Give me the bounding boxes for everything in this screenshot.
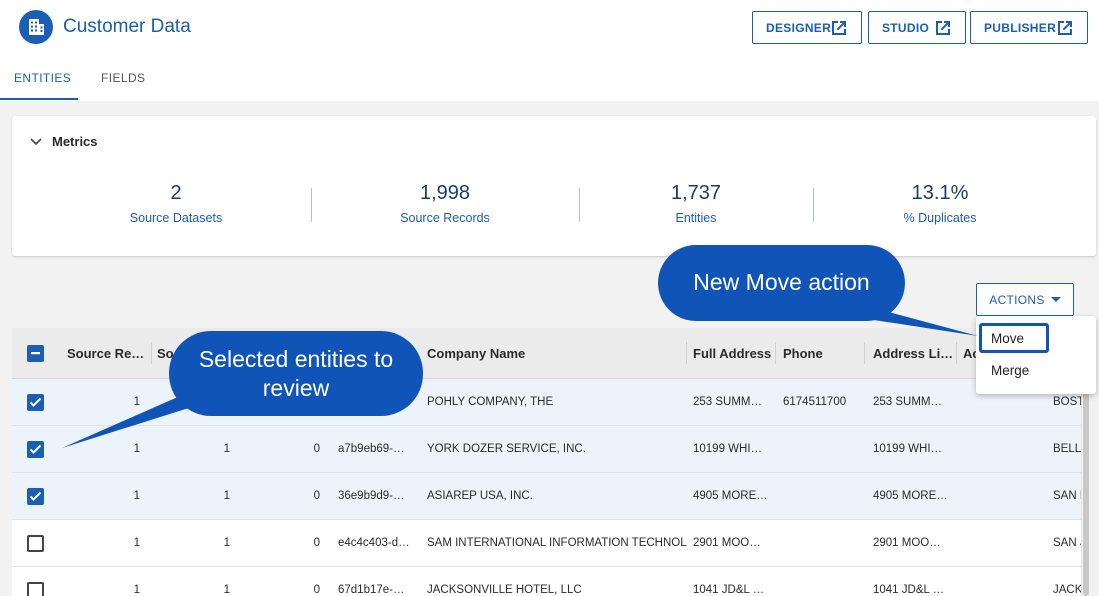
chevron-down-icon — [30, 137, 42, 145]
cell-id: 36e9b9d9-… — [338, 490, 405, 502]
column-header[interactable]: Phone — [783, 346, 853, 361]
cell-address-line: 2901 MOO… — [873, 537, 941, 549]
cell: 1 — [223, 584, 230, 596]
cell: 0 — [313, 584, 320, 596]
metric-label: Source Records — [400, 211, 490, 225]
table-row[interactable]: 1 1 0 e4c4c403-d… SAM INTERNATIONAL INFO… — [12, 520, 1084, 567]
selected-callout-line: review — [262, 375, 330, 401]
open-external-icon — [1058, 21, 1072, 35]
cell-company: YORK DOZER SERVICE, INC. — [427, 443, 586, 455]
menu-item-merge[interactable]: Merge — [991, 363, 1029, 378]
cell-address-line: 253 SUMM… — [873, 396, 943, 408]
table-row[interactable]: 1 1 0 67d1b17e-… JACKSONVILLE HOTEL, LLC… — [12, 567, 1084, 596]
selected-callout-line: Selected entities to — [198, 346, 394, 372]
check-icon — [29, 444, 42, 454]
active-tab-indicator — [0, 98, 78, 100]
app-header: Customer Data DESIGNER STUDIO PUBLISHER … — [0, 0, 1099, 101]
designer-button[interactable]: DESIGNER — [752, 11, 862, 44]
tab-entities[interactable]: ENTITIES — [14, 71, 71, 85]
row-checkbox[interactable] — [27, 394, 44, 411]
select-all-checkbox[interactable] — [27, 345, 44, 362]
cell-city: BELL — [1053, 443, 1081, 455]
column-header[interactable]: Address Li… — [873, 346, 958, 361]
row-checkbox[interactable] — [27, 582, 44, 596]
table-row[interactable]: 1 1 0 36e9b9d9-… ASIAREP USA, INC. 4905 … — [12, 473, 1084, 520]
move-callout-text: New Move action — [693, 269, 870, 295]
studio-label: STUDIO — [882, 20, 930, 35]
cell: 0 — [313, 537, 320, 549]
cell-company: JACKSONVILLE HOTEL, LLC — [427, 584, 582, 596]
metric-value: 2 — [170, 182, 182, 204]
cell-company: ASIAREP USA, INC. — [427, 490, 533, 502]
metric-source-records: 1,998 Source Records — [385, 182, 505, 225]
row-checkbox[interactable] — [27, 535, 44, 552]
metric-entities: 1,737 Entities — [636, 182, 756, 225]
check-icon — [29, 491, 42, 501]
cell-city: JACK — [1053, 584, 1081, 596]
studio-button[interactable]: STUDIO — [868, 11, 966, 44]
column-separator — [775, 342, 776, 364]
cell-id: e4c4c403-d… — [338, 537, 410, 549]
page-title: Customer Data — [63, 16, 191, 37]
selected-callout-text: Selected entities to review — [169, 345, 423, 403]
cell-address-line: 1041 JD&L … — [873, 584, 945, 596]
cell: 1 — [223, 490, 230, 502]
cell-address: 2901 MOO… — [693, 537, 761, 549]
cell: 0 — [313, 490, 320, 502]
cell-address: 253 SUMM… — [693, 396, 763, 408]
column-separator — [686, 342, 687, 364]
open-external-icon — [936, 21, 950, 35]
cell: 1 — [223, 537, 230, 549]
cell-address: 1041 JD&L … — [693, 584, 765, 596]
caret-down-icon — [1050, 297, 1061, 302]
metric-divider — [813, 188, 814, 222]
cell-company: POHLY COMPANY, THE — [427, 396, 554, 408]
metric-value: 1,737 — [670, 182, 722, 204]
actions-menu: Move Merge — [976, 316, 1096, 394]
column-header[interactable]: Full Address — [693, 346, 773, 361]
cell-address: 4905 MORE… — [693, 490, 768, 502]
metric-value: 13.1% — [911, 182, 969, 204]
actions-button[interactable]: ACTIONS — [976, 283, 1074, 316]
column-separator — [956, 342, 957, 364]
publisher-label: PUBLISHER — [984, 20, 1057, 35]
cell-address-line: 10199 WHI… — [873, 443, 943, 455]
metric-label: Source Datasets — [129, 211, 223, 225]
metric-duplicates: 13.1% % Duplicates — [880, 182, 1000, 225]
column-separator — [864, 342, 865, 364]
metric-label: % Duplicates — [903, 211, 977, 225]
designer-label: DESIGNER — [766, 20, 832, 35]
open-external-icon — [832, 21, 846, 35]
tab-fields[interactable]: FIELDS — [101, 71, 145, 85]
check-icon — [29, 397, 42, 407]
building-icon — [19, 10, 53, 44]
metric-source-datasets: 2 Source Datasets — [116, 182, 236, 225]
cell: 1 — [133, 537, 140, 549]
metrics-toggle[interactable]: Metrics — [30, 134, 98, 149]
cell-id: 67d1b17e-… — [338, 584, 405, 596]
menu-item-move[interactable]: Move — [991, 331, 1024, 346]
minus-icon — [31, 352, 40, 355]
cell-phone: 6174511700 — [783, 396, 847, 408]
cell-city: SAN F — [1053, 490, 1081, 502]
cell-city: SAN J — [1053, 537, 1081, 549]
metrics-title: Metrics — [52, 134, 98, 149]
cell-city: BOST — [1053, 396, 1081, 408]
actions-label: ACTIONS — [989, 292, 1045, 307]
row-checkbox[interactable] — [27, 441, 44, 458]
row-checkbox[interactable] — [27, 488, 44, 505]
scrollbar-thumb[interactable] — [1083, 380, 1089, 596]
metric-divider — [311, 188, 312, 222]
metric-label: Entities — [675, 211, 717, 225]
cell-address: 10199 WHI… — [693, 443, 763, 455]
metric-value: 1,998 — [419, 182, 471, 204]
column-header[interactable]: Company Name — [427, 346, 677, 361]
cell: 1 — [133, 490, 140, 502]
metric-divider — [579, 188, 580, 222]
cell-address-line: 4905 MORE… — [873, 490, 948, 502]
cell-company: SAM INTERNATIONAL INFORMATION TECHNOLOGY — [427, 537, 687, 549]
publisher-button[interactable]: PUBLISHER — [970, 11, 1088, 44]
cell: 1 — [133, 584, 140, 596]
metrics-panel: Metrics 2 Source Datasets 1,998 Source R… — [12, 116, 1096, 256]
